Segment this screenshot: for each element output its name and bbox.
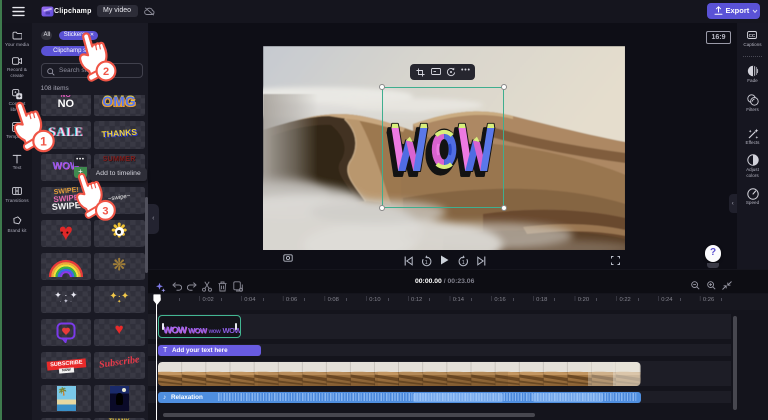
svg-text:1: 1 bbox=[424, 260, 427, 266]
svg-text:1: 1 bbox=[461, 260, 464, 266]
svg-text:CC: CC bbox=[749, 33, 756, 38]
